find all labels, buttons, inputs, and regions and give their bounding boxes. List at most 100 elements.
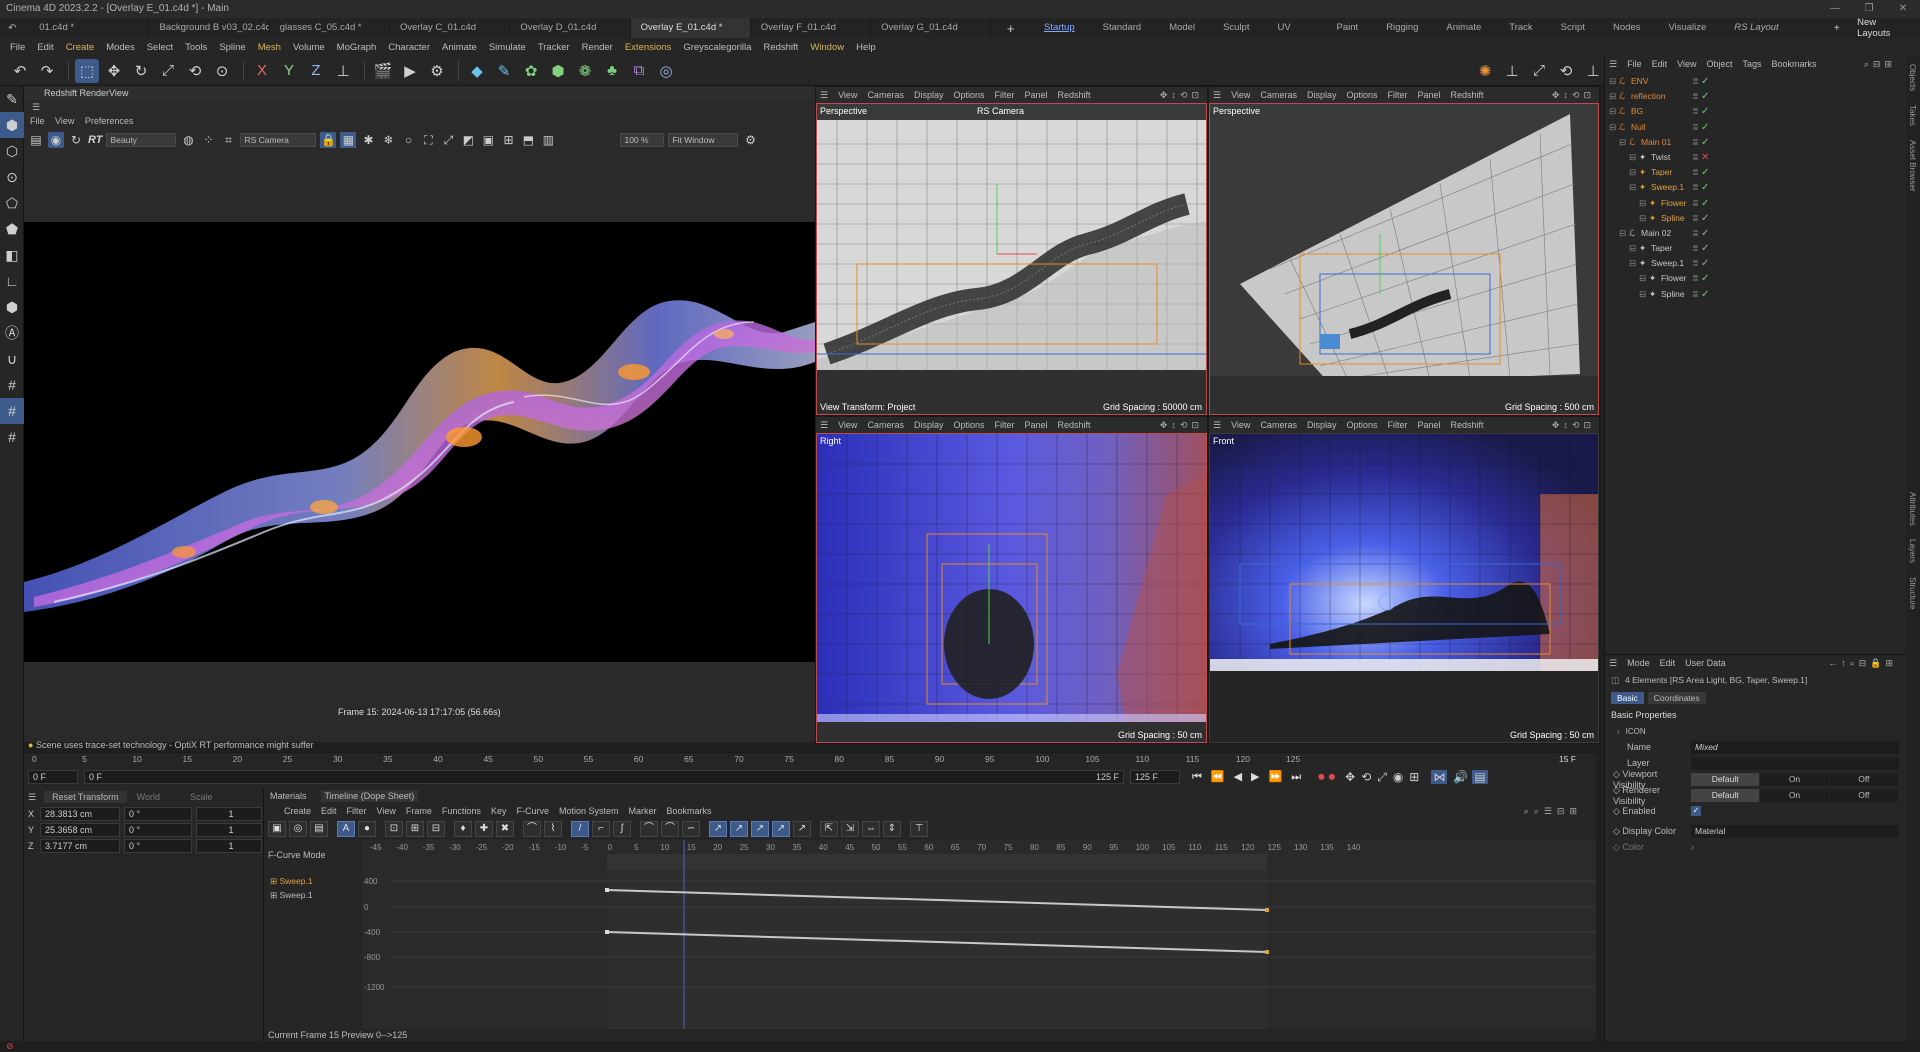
vp-menu-item[interactable]: View [838, 420, 857, 430]
auto-tangent-icon[interactable]: ↗ [709, 821, 727, 837]
hamburger-icon[interactable]: ☰ [28, 792, 36, 803]
scale-icon[interactable]: ⤢ [156, 59, 180, 83]
menu-item[interactable]: Extensions [619, 42, 677, 53]
layout-tab[interactable]: Track [1495, 18, 1546, 38]
search-icon[interactable]: ⌕⊟⊞ [1864, 59, 1896, 70]
visibility-dots[interactable] [1693, 93, 1699, 100]
autokey-icon[interactable]: ⏺ [1329, 769, 1336, 785]
viewport-nav-icons[interactable]: ✥↕⟲⊡ [1160, 420, 1203, 431]
vp-menu-item[interactable]: View [838, 90, 857, 100]
vp-menu-item[interactable]: Cameras [867, 420, 904, 430]
tl-menu-item[interactable]: F-Curve [516, 806, 549, 816]
layout-tab[interactable]: Nodes [1599, 18, 1654, 38]
side-tab[interactable]: Asset Browser [1908, 140, 1917, 192]
object-name[interactable]: ENV [1631, 74, 1648, 89]
menu-item[interactable]: Tools [179, 42, 213, 53]
snap-icon[interactable]: ⊙ [210, 59, 234, 83]
expand-icon[interactable]: ⊟ [1629, 165, 1636, 180]
history-icon[interactable]: ⟲ [1554, 59, 1578, 83]
layout-tab[interactable]: Rigging [1372, 18, 1432, 38]
uv-mode-icon[interactable]: ◧ [0, 242, 24, 268]
expand-icon[interactable]: ⊟ [1639, 196, 1646, 211]
vp-menu-item[interactable]: Panel [1025, 90, 1048, 100]
x-axis-icon[interactable]: X [250, 59, 274, 83]
end-frame-field[interactable]: 125 F [1130, 770, 1180, 784]
vp-menu-item[interactable]: Filter [995, 420, 1015, 430]
axis-icon[interactable]: ⊥ [1581, 59, 1605, 83]
save-icon[interactable]: ⬒ [520, 132, 536, 148]
object-axis-icon[interactable]: ⬢ [0, 294, 24, 320]
hamburger-icon[interactable]: ☰ [820, 90, 828, 101]
visibility-dots[interactable] [1693, 78, 1699, 84]
enabled-check-icon[interactable]: ✓ [1701, 287, 1709, 302]
menu-item[interactable]: Redshift [757, 42, 804, 53]
model-mode-icon[interactable]: ⬢ [0, 112, 24, 138]
vp-menu-item[interactable]: Redshift [1058, 90, 1091, 100]
object-row[interactable]: ⊟ ✦ Flower ✓ [1605, 271, 1906, 286]
tl-menu-item[interactable]: Bookmarks [667, 806, 712, 816]
viewport-nav-icons[interactable]: ✥↕⟲⊡ [1160, 90, 1203, 101]
motion-mode-icon[interactable]: ▤ [310, 821, 328, 837]
rotation-y-field[interactable]: 0 ° [124, 823, 192, 837]
rotation-z-field[interactable]: 0 ° [124, 839, 192, 853]
position-z-field[interactable]: 3.7177 cm [40, 839, 120, 853]
key-tools-icons[interactable]: ✥⟲⤢◉⊞ [1345, 770, 1425, 785]
rt-toggle[interactable]: RT [88, 134, 102, 146]
hamburger-icon[interactable]: ☰ [1213, 90, 1221, 101]
menu-item[interactable]: Select [141, 42, 179, 53]
menu-item[interactable]: Edit [31, 42, 59, 53]
renderer-visibility-toggle[interactable]: Default On Off [1691, 788, 1899, 802]
maximize-icon[interactable]: ❐ [1852, 0, 1886, 18]
nav-icons[interactable]: ←↑⌕⊟🔒⊞ [1828, 658, 1897, 669]
expand-icon[interactable]: ⊟ [1629, 150, 1636, 165]
new-layouts-button[interactable]: New Layouts [1853, 17, 1920, 39]
expand-icon[interactable]: ⊟ [1629, 180, 1636, 195]
rv-menu-item[interactable]: File [30, 116, 45, 126]
refresh-icon[interactable]: ↻ [68, 132, 84, 148]
object-name[interactable]: Flower [1661, 196, 1687, 211]
visibility-dots[interactable] [1693, 108, 1699, 115]
world-select[interactable]: World [137, 792, 160, 802]
grid-icon[interactable]: ⁘ [200, 132, 216, 148]
menu-item[interactable]: Volume [287, 42, 331, 53]
vp-menu-item[interactable]: Filter [1388, 90, 1408, 100]
effector-icon[interactable]: ♣ [600, 59, 624, 83]
expand-icon[interactable]: ⊟ [1639, 211, 1646, 226]
viewport-nav-icons[interactable]: ✥↕⟲⊡ [1552, 420, 1595, 431]
scale-x-field[interactable]: 1 [196, 807, 262, 821]
pen-icon[interactable]: ✎ [0, 86, 24, 112]
object-name[interactable]: Spline [1661, 211, 1685, 226]
visibility-dots[interactable] [1693, 229, 1699, 236]
visibility-dots[interactable] [1693, 184, 1699, 191]
doc-tab[interactable]: Overlay D_01.c4d [510, 18, 631, 38]
vp-menu-item[interactable]: Display [914, 90, 944, 100]
y-axis-icon[interactable]: Y [277, 59, 301, 83]
object-name[interactable]: Flower [1661, 271, 1687, 286]
snap-keys-icon[interactable]: ⇲ [841, 821, 859, 837]
history-icon[interactable]: ▥ [540, 132, 556, 148]
object-name[interactable]: Main 01 [1641, 135, 1671, 150]
object-name[interactable]: Sweep.1 [1651, 256, 1684, 271]
marker-icon[interactable]: ⊤ [910, 821, 928, 837]
visibility-dots[interactable] [1693, 169, 1699, 176]
expand-icon[interactable]: › [1605, 727, 1620, 736]
side-tab[interactable]: Attributes [1908, 492, 1917, 526]
visibility-dots[interactable] [1693, 199, 1699, 206]
hamburger-icon[interactable]: ☰ [820, 420, 828, 431]
fcurve-graph[interactable]: -45 -40 -35 -30 -25 -20 -15 -10 -5 0 5 10 15 20 25 30 35… [362, 840, 1596, 1029]
expand-icon[interactable]: ⊟ [1609, 104, 1616, 119]
om-menu-item[interactable]: File [1627, 59, 1642, 69]
camera-select[interactable]: RS Camera [240, 133, 317, 147]
side-tab[interactable]: Takes [1908, 105, 1917, 126]
ipr-icon[interactable]: ◉ [48, 132, 64, 148]
view-options-icon[interactable]: ✺ [1473, 59, 1497, 83]
vp-menu-item[interactable]: Redshift [1451, 90, 1484, 100]
light-icon[interactable]: ◎ [654, 59, 678, 83]
clamp-icon[interactable]: ↗ [730, 821, 748, 837]
object-row[interactable]: ⊟ ✦ Taper ✓ [1605, 241, 1906, 256]
vp-menu-item[interactable]: Panel [1418, 90, 1441, 100]
object-row[interactable]: ⊟ ✦ Sweep.1 ✓ [1605, 256, 1906, 271]
object-row[interactable]: ⊟ ✦ Flower ✓ [1605, 196, 1906, 211]
tl-menu-item[interactable]: Create [284, 806, 311, 816]
layout-tab[interactable]: Paint [1323, 18, 1373, 38]
